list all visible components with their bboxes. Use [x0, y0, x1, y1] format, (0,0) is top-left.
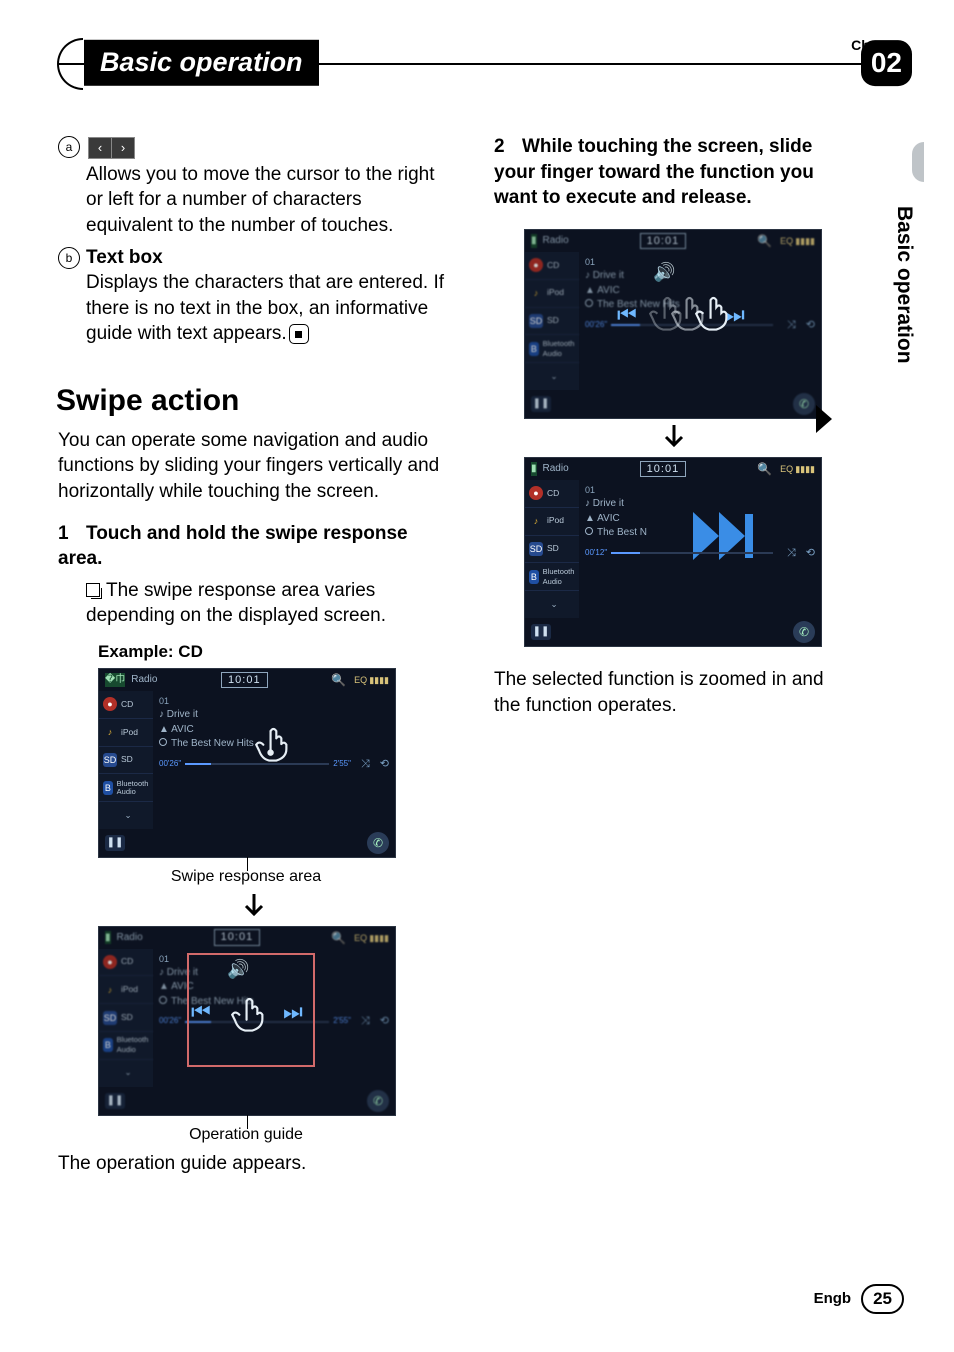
step1-after: The operation guide appears.: [58, 1151, 450, 1177]
cursor-left-right-icon: ‹›: [88, 137, 135, 159]
page-number: 25: [861, 1284, 904, 1314]
eq-icon: EQ▮▮▮▮: [780, 463, 815, 475]
screenshot-cd-swipe-area: �巾 Radio 10:01 🔍 EQ▮▮▮▮ ●CD ♪iPod SDSD B…: [98, 668, 396, 858]
arrow-down-icon: [664, 425, 684, 451]
chevron-down-icon: ⌄: [99, 801, 153, 829]
list-marker-11: b: [58, 247, 80, 269]
step2-after: The selected function is zoomed in and t…: [494, 667, 850, 718]
search-icon: 🔍: [757, 461, 772, 477]
page-footer: Engb 25: [814, 1284, 904, 1314]
pause-button-icon: ❚❚: [105, 835, 125, 851]
caption-operation-guide: Operation guide: [98, 1124, 394, 1146]
eq-icon: EQ▮▮▮▮: [354, 674, 389, 686]
left-column: a ‹› Allows you to move the cursor to th…: [58, 134, 450, 1177]
radio-icon: ▮: [531, 462, 537, 476]
cd-icon: ●: [103, 697, 117, 711]
next-track-big-icon: [689, 508, 759, 564]
step1-note: The swipe response area varies depending…: [86, 578, 450, 629]
footer-language: Engb: [814, 1289, 852, 1309]
screenshot-operation-guide: ▮Radio 10:01 🔍EQ▮▮▮▮ ●CD ♪iPod SDSD BBlu…: [98, 926, 396, 1116]
bluetooth-icon: B: [529, 570, 539, 584]
sd-icon: SD: [529, 542, 543, 556]
search-icon: 🔍: [331, 672, 346, 688]
phone-icon: ✆: [367, 832, 389, 854]
volume-icon: 🔊: [227, 957, 249, 981]
example-label: Example: CD: [98, 641, 450, 664]
hand-touch-icon: [249, 721, 295, 767]
screenshot-swipe-right: ▮Radio 10:01 🔍EQ▮▮▮▮ ●CD ♪iPod SDSD BBlu…: [524, 229, 822, 419]
step-1: 1Touch and hold the swipe response area.: [58, 521, 450, 572]
bluetooth-icon: B: [103, 781, 113, 795]
side-tab-bar: [912, 142, 924, 182]
prev-track-icon: ⏮: [191, 997, 211, 1027]
side-tab-label: Basic operation: [890, 206, 918, 364]
clock: 10:01: [221, 672, 268, 689]
repeat-icon: ⟲: [806, 546, 815, 561]
arrow-right-icon: [784, 399, 844, 439]
swipe-heading: Swipe action: [56, 381, 450, 422]
chapter-number-badge: 02: [861, 40, 912, 86]
cd-icon: ●: [529, 486, 543, 500]
phone-icon: ✆: [793, 621, 815, 643]
repeat-icon: ⟲: [380, 757, 389, 772]
next-track-icon: ⏭: [283, 997, 303, 1027]
clock: 10:01: [640, 461, 687, 478]
prev-track-icon: ⏮: [617, 300, 637, 330]
shuffle-icon: ⤨: [361, 757, 370, 772]
ipod-icon: ♪: [529, 514, 543, 528]
screenshot-function-zoom: ▮Radio 10:01 🔍EQ▮▮▮▮ ●CD ♪iPod SDSD BBlu…: [524, 457, 822, 647]
source-sidebar: ●CD ♪iPod SDSD BBluetooth Audio ⌄: [99, 691, 153, 829]
shuffle-icon: ⤨: [787, 546, 796, 561]
arrow-down-icon: [244, 894, 264, 920]
chapter-title: Basic operation: [84, 40, 319, 86]
chevron-down-icon: ⌄: [525, 590, 579, 618]
list-marker-10: a: [58, 136, 80, 158]
item11-title: Text box: [86, 247, 163, 268]
callout-line: [247, 857, 248, 871]
item11-desc: Displays the characters that are entered…: [86, 270, 450, 347]
radio-icon: �巾: [105, 673, 125, 687]
ipod-icon: ♪: [103, 725, 117, 739]
note-icon: [86, 583, 100, 597]
step-2: 2While touching the screen, slide your f…: [494, 134, 850, 211]
item10-desc: Allows you to move the cursor to the rig…: [86, 162, 450, 239]
stop-icon: [289, 324, 309, 344]
swipe-intro: You can operate some navigation and audi…: [58, 428, 450, 505]
hand-touch-icon: [225, 991, 271, 1037]
caption-swipe-area: Swipe response area: [98, 866, 394, 888]
chapter-header: Basic operation 02: [58, 36, 912, 90]
right-column: 2While touching the screen, slide your f…: [494, 134, 850, 1177]
hand-touch-icon: [689, 290, 735, 336]
pause-button-icon: ❚❚: [531, 624, 551, 640]
sd-icon: SD: [103, 753, 117, 767]
volume-icon: 🔊: [653, 260, 675, 284]
